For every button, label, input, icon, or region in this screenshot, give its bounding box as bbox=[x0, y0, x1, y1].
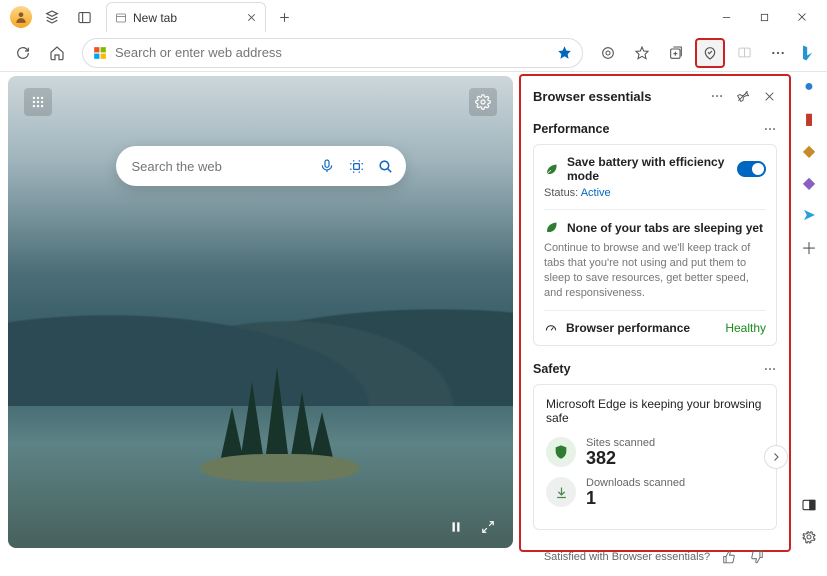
panel-close-icon[interactable] bbox=[759, 86, 779, 106]
background-island bbox=[200, 362, 360, 482]
app-launcher-icon[interactable] bbox=[24, 88, 52, 116]
rail-settings-icon[interactable] bbox=[798, 526, 820, 548]
address-bar[interactable] bbox=[82, 38, 583, 68]
new-tab-button[interactable] bbox=[270, 3, 298, 31]
rail-games-icon[interactable]: ◆ bbox=[798, 172, 820, 194]
thumbs-down-icon[interactable] bbox=[748, 548, 766, 566]
downloads-scanned-row: Downloads scanned 1 bbox=[546, 477, 764, 507]
safety-headline: Microsoft Edge is keeping your browsing … bbox=[546, 397, 764, 425]
close-window-button[interactable] bbox=[783, 3, 821, 31]
sleep-tabs-title: None of your tabs are sleeping yet bbox=[567, 221, 763, 235]
favorites-icon[interactable] bbox=[627, 38, 657, 68]
performance-heading: Performance bbox=[533, 122, 609, 136]
sites-scanned-row: Sites scanned 382 bbox=[546, 437, 764, 467]
downloads-scanned-value: 1 bbox=[586, 489, 685, 507]
rail-send-icon[interactable]: ➤ bbox=[798, 204, 820, 226]
shield-icon bbox=[546, 437, 576, 467]
more-menu-icon[interactable] bbox=[763, 38, 793, 68]
efficiency-label: Save battery with efficiency mode bbox=[567, 155, 729, 183]
tab-title: New tab bbox=[133, 11, 177, 25]
expand-wallpaper-icon[interactable] bbox=[477, 516, 499, 538]
window-controls bbox=[707, 3, 821, 31]
safety-heading: Safety bbox=[533, 362, 571, 376]
safety-more-icon[interactable] bbox=[763, 362, 777, 376]
download-icon bbox=[546, 477, 576, 507]
performance-more-icon[interactable] bbox=[763, 122, 777, 136]
downloads-scanned-label: Downloads scanned bbox=[586, 477, 685, 489]
sidebar-rail: ● ▮ ◆ ◆ ➤ ＋ bbox=[791, 72, 827, 556]
search-provider-icon bbox=[93, 46, 107, 60]
panel-more-icon[interactable] bbox=[707, 86, 727, 106]
performance-card: Save battery with efficiency mode Status… bbox=[533, 144, 777, 346]
leaf-icon bbox=[544, 162, 559, 177]
safety-section: Safety Microsoft Edge is keeping your br… bbox=[521, 356, 789, 540]
home-button[interactable] bbox=[42, 38, 72, 68]
sites-scanned-value: 382 bbox=[586, 449, 655, 467]
search-icon[interactable] bbox=[376, 153, 395, 179]
collections-icon[interactable] bbox=[661, 38, 691, 68]
feedback-row: Satisfied with Browser essentials? bbox=[521, 540, 789, 576]
image-search-icon[interactable] bbox=[347, 153, 366, 179]
address-actions bbox=[557, 45, 572, 60]
rail-tools-icon[interactable]: ◆ bbox=[798, 140, 820, 162]
browser-essentials-button[interactable] bbox=[695, 38, 725, 68]
profile-avatar[interactable] bbox=[10, 6, 32, 28]
favorite-star-icon[interactable] bbox=[557, 45, 572, 60]
panel-header: Browser essentials bbox=[521, 76, 789, 116]
minimize-button[interactable] bbox=[707, 3, 745, 31]
thumbs-up-icon[interactable] bbox=[720, 548, 738, 566]
web-search-box[interactable] bbox=[116, 146, 406, 186]
maximize-button[interactable] bbox=[745, 3, 783, 31]
tab-page-icon bbox=[115, 12, 127, 24]
rail-notification-icon[interactable]: ● bbox=[798, 76, 820, 98]
new-tab-page bbox=[8, 76, 513, 548]
vertical-tabs-icon[interactable] bbox=[70, 3, 98, 31]
address-input[interactable] bbox=[115, 45, 549, 60]
toolbar bbox=[0, 34, 827, 72]
pause-wallpaper-icon[interactable] bbox=[445, 516, 467, 538]
refresh-button[interactable] bbox=[8, 38, 38, 68]
content-area: Browser essentials Performance Save batt… bbox=[0, 72, 791, 556]
split-screen-icon[interactable] bbox=[729, 38, 759, 68]
performance-section: Performance Save battery with efficiency… bbox=[521, 116, 789, 356]
rail-toggle-icon[interactable] bbox=[798, 494, 820, 516]
browser-performance-label: Browser performance bbox=[566, 321, 690, 335]
voice-search-icon[interactable] bbox=[318, 153, 337, 179]
panel-pin-icon[interactable] bbox=[733, 86, 753, 106]
efficiency-toggle[interactable] bbox=[737, 161, 766, 177]
sleep-tabs-body: Continue to browse and we'll keep track … bbox=[544, 241, 766, 300]
browser-tab[interactable]: New tab bbox=[106, 2, 266, 32]
extensions-icon[interactable] bbox=[593, 38, 623, 68]
bing-chat-icon[interactable] bbox=[797, 42, 819, 64]
safety-details-chevron-icon[interactable] bbox=[764, 445, 788, 469]
feedback-label: Satisfied with Browser essentials? bbox=[544, 551, 710, 563]
web-search-input[interactable] bbox=[132, 159, 308, 174]
sleep-leaf-icon bbox=[544, 220, 559, 235]
tab-close-icon[interactable] bbox=[246, 12, 257, 23]
browser-performance-value: Healthy bbox=[725, 321, 766, 335]
title-bar: New tab bbox=[0, 0, 827, 34]
safety-card: Microsoft Edge is keeping your browsing … bbox=[533, 384, 777, 530]
page-settings-icon[interactable] bbox=[469, 88, 497, 116]
rail-shopping-icon[interactable]: ▮ bbox=[798, 108, 820, 130]
gauge-icon bbox=[544, 321, 558, 335]
workspaces-icon[interactable] bbox=[38, 3, 66, 31]
efficiency-status: Status: Active bbox=[544, 187, 766, 199]
rail-add-icon[interactable]: ＋ bbox=[798, 236, 820, 258]
browser-essentials-panel: Browser essentials Performance Save batt… bbox=[519, 74, 791, 552]
panel-title: Browser essentials bbox=[533, 89, 652, 104]
